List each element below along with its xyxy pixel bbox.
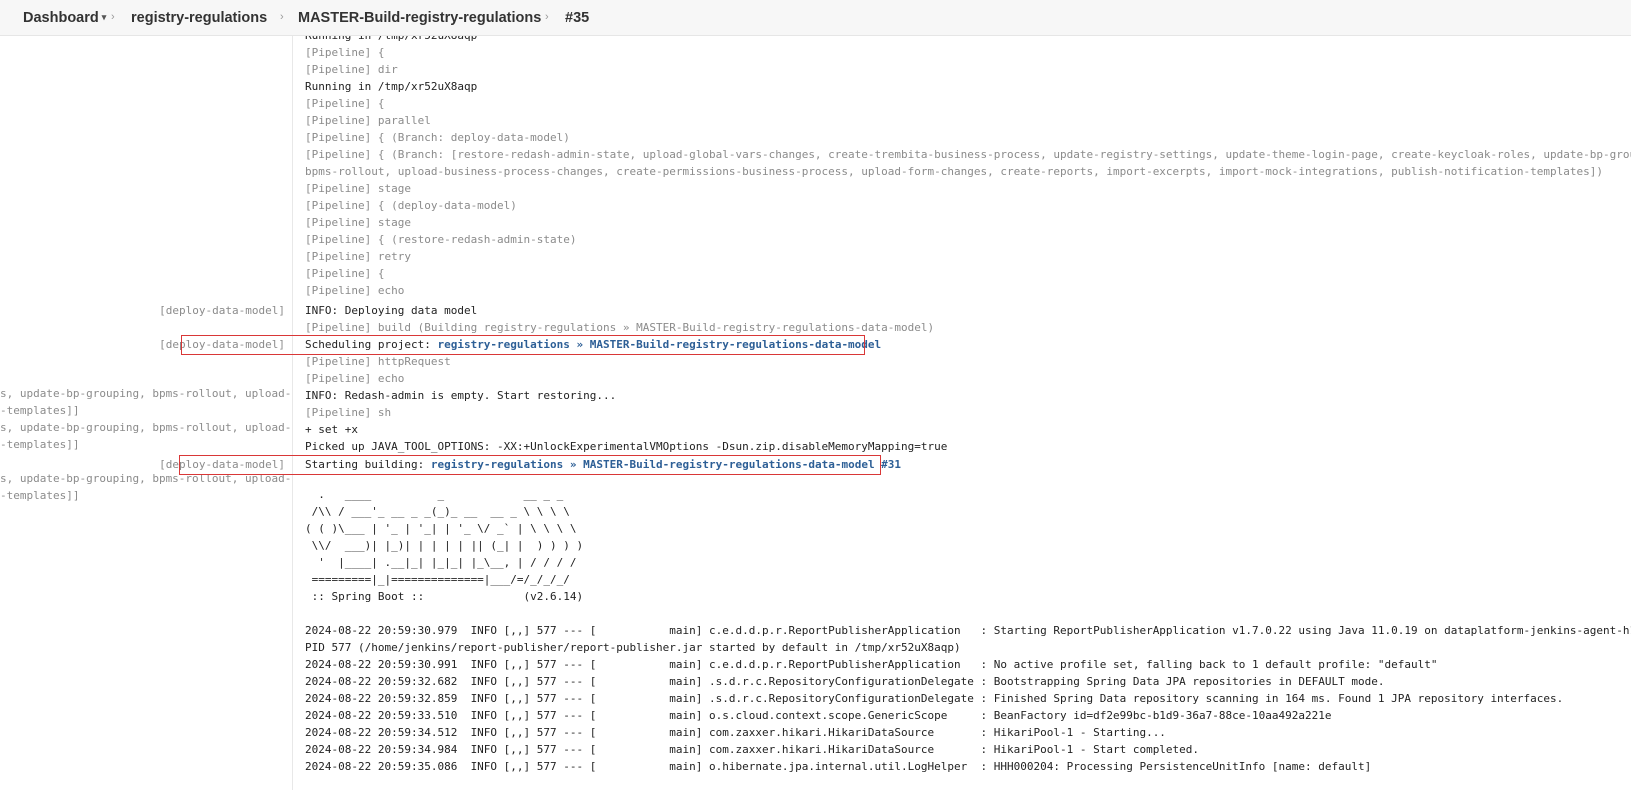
highlight-box-scheduling	[181, 335, 865, 355]
log-line: + set +x	[305, 423, 358, 436]
spring-banner-line: ( ( )\___ | '_ | '_| | '_ \/ _` | \ \ \ …	[305, 522, 577, 535]
log-line: [Pipeline] { (Branch: deploy-data-model)	[305, 131, 570, 144]
log-line: [Pipeline] { (deploy-data-model)	[305, 199, 517, 212]
app-log-line: 2024-08-22 20:59:33.510 INFO [,,] 577 --…	[305, 709, 1332, 722]
app-log-line: 2024-08-22 20:59:32.682 INFO [,,] 577 --…	[305, 675, 1385, 688]
log-line: [Pipeline] {	[305, 97, 385, 110]
log-line: [Pipeline] parallel	[305, 114, 431, 127]
breadcrumb-dashboard-label: Dashboard	[23, 10, 99, 26]
log-line: [Pipeline] { (Branch: [restore-redash-ad…	[305, 148, 1631, 161]
breadcrumb: Dashboard ▾ › registry-regulations › MAST…	[0, 0, 1631, 36]
log-line: [Pipeline] build (Building registry-regu…	[305, 321, 935, 334]
branch-fragment: s, update-bp-grouping, bpms-rollout, upl…	[0, 421, 291, 434]
log-line: Picked up JAVA_TOOL_OPTIONS: -XX:+Unlock…	[305, 440, 948, 453]
log-line: Running in /tmp/xr52uX8aqp	[305, 80, 478, 93]
app-log-line: 2024-08-22 20:59:34.984 INFO [,,] 577 --…	[305, 743, 1200, 756]
caret-down-icon[interactable]: ▾	[102, 12, 107, 22]
app-log-line: 2024-08-22 20:59:34.512 INFO [,,] 577 --…	[305, 726, 1166, 739]
branch-label-gutter: [deploy-data-model] [deploy-data-model] …	[0, 0, 291, 790]
breadcrumb-folder[interactable]: registry-regulations	[131, 10, 267, 26]
spring-banner-line: . ____ _ __ _ _	[305, 488, 564, 501]
spring-banner-line: =========|_|==============|___/=/_/_/_/	[305, 573, 570, 586]
app-log-line: 2024-08-22 20:59:32.859 INFO [,,] 577 --…	[305, 692, 1564, 705]
chevron-right-icon: ›	[280, 11, 284, 23]
breadcrumb-dashboard[interactable]: Dashboard ▾	[23, 10, 106, 26]
chevron-right-icon: ›	[111, 11, 115, 23]
console-output: Running in /tmp/xr52uX8aqp [Pipeline] { …	[305, 0, 1631, 790]
app-log-line: PID 577 (/home/jenkins/report-publisher/…	[305, 641, 961, 654]
gutter-divider	[292, 36, 293, 790]
log-line: [Pipeline] retry	[305, 250, 411, 263]
breadcrumb-job[interactable]: MASTER-Build-registry-regulations	[298, 10, 541, 26]
app-log-line: 2024-08-22 20:59:30.991 INFO [,,] 577 --…	[305, 658, 1438, 671]
spring-banner-line: :: Spring Boot :: (v2.6.14)	[305, 590, 584, 603]
spring-banner-line: /\\ / ___'_ __ _ _(_)_ __ __ _ \ \ \ \	[305, 505, 570, 518]
branch-fragment: s, update-bp-grouping, bpms-rollout, upl…	[0, 387, 291, 400]
log-line: [Pipeline] httpRequest	[305, 355, 451, 368]
log-line: bpms-rollout, upload-business-process-ch…	[305, 165, 1604, 178]
breadcrumb-build[interactable]: #35	[565, 10, 589, 26]
log-line: [Pipeline] dir	[305, 63, 398, 76]
log-line: [Pipeline] echo	[305, 284, 405, 297]
branch-fragment: -templates]]	[0, 489, 80, 502]
branch-label: [deploy-data-model]	[159, 304, 285, 317]
app-log-line: 2024-08-22 20:59:30.979 INFO [,,] 577 --…	[305, 624, 1631, 637]
log-line: INFO: Redash-admin is empty. Start resto…	[305, 389, 617, 402]
chevron-right-icon: ›	[545, 11, 549, 23]
highlight-box-starting	[179, 455, 881, 475]
spring-banner-line: \\/ ___)| |_)| | | | | || (_| | ) ) ) )	[305, 539, 584, 552]
log-line: [Pipeline] sh	[305, 406, 392, 419]
branch-fragment: -templates]]	[0, 438, 80, 451]
log-line: [Pipeline] stage	[305, 216, 411, 229]
log-line: [Pipeline] echo	[305, 372, 405, 385]
log-line: [Pipeline] { (restore-redash-admin-state…	[305, 233, 577, 246]
log-line: [Pipeline] stage	[305, 182, 411, 195]
app-log-line: 2024-08-22 20:59:35.086 INFO [,,] 577 --…	[305, 760, 1372, 773]
spring-banner-line: ' |____| .__|_| |_|_| |_\__, | / / / /	[305, 556, 577, 569]
branch-fragment: -templates]]	[0, 404, 80, 417]
log-line: [Pipeline] {	[305, 267, 385, 280]
log-line: [Pipeline] {	[305, 46, 385, 59]
log-line: INFO: Deploying data model	[305, 304, 478, 317]
